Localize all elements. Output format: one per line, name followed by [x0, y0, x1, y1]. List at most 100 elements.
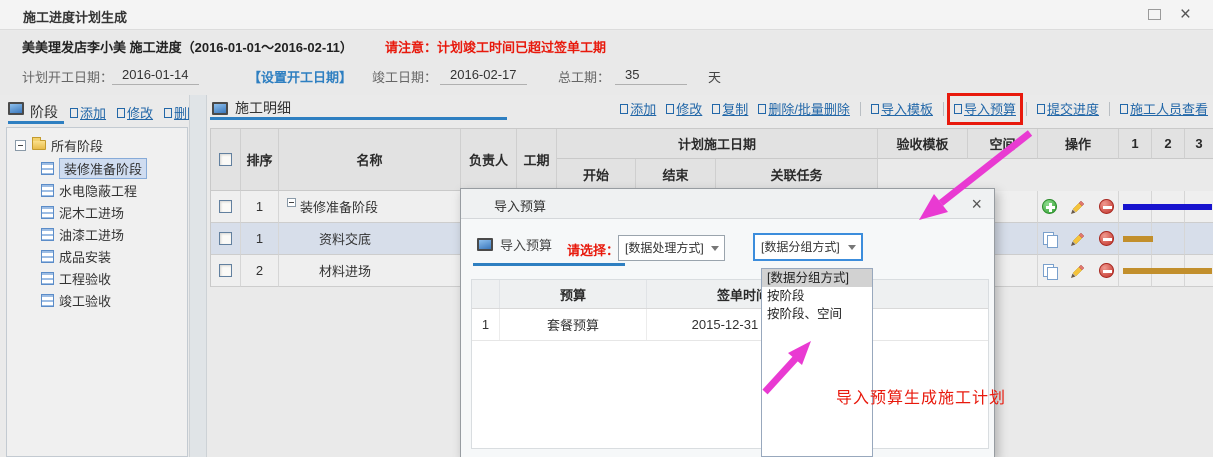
monitor-icon — [477, 238, 493, 251]
plan-start-label: 计划开工日期： — [22, 67, 113, 86]
doc-icon — [1120, 104, 1128, 114]
day3-cell — [1185, 223, 1213, 255]
col-owner: 负责人 — [461, 129, 517, 191]
doc-icon — [871, 104, 879, 114]
checkbox[interactable] — [219, 232, 232, 245]
tree-item-stage[interactable]: 装修准备阶段 — [7, 157, 187, 179]
name-cell: 材料进场 — [279, 255, 461, 287]
detail-toolbar: 施工明细 添加 修改 复制 删除/批量删除 导入模板 导入预算 提交进度 施工人… — [210, 95, 1213, 125]
finish-date-label: 竣工日期： — [372, 67, 437, 86]
schedule-warning: 请注意：计划竣工时间已超过签单工期 — [385, 37, 606, 56]
tree-item-stage[interactable]: 成品安装 — [7, 245, 187, 267]
tree-item-stage[interactable]: 油漆工进场 — [7, 223, 187, 245]
select-prompt: 请选择： — [567, 240, 619, 259]
checkbox[interactable] — [219, 200, 232, 213]
import-budget-link[interactable]: 导入预算 — [954, 99, 1016, 118]
detail-add-link[interactable]: 添加 — [620, 99, 656, 118]
table-icon — [41, 206, 54, 219]
operations-cell — [1038, 255, 1119, 287]
seq-cell: 2 — [241, 255, 279, 287]
window-titlebar: 施工进度计划生成 × — [0, 0, 1213, 30]
checkbox[interactable] — [219, 264, 232, 277]
col-related-task: 关联任务 — [716, 159, 878, 191]
separator — [1026, 102, 1027, 116]
detail-copy-link[interactable]: 复制 — [712, 99, 748, 118]
set-start-date-link[interactable]: 【设置开工日期】 — [248, 67, 352, 86]
table-icon — [41, 294, 54, 307]
col-day3: 3 — [1185, 129, 1213, 159]
dialog-tab-import-budget[interactable]: 导入预算 — [477, 235, 552, 254]
stage-panel-title: 阶段 — [30, 102, 58, 122]
edit-icon[interactable] — [1070, 199, 1086, 215]
gantt-bar — [1123, 236, 1153, 242]
doc-icon — [758, 104, 766, 114]
doc-icon — [117, 108, 125, 118]
tree-root-all-stages[interactable]: 所有阶段 — [7, 133, 187, 157]
project-title: 美美理发店李小美 施工进度（2016-01-01～2016-02-11） — [22, 37, 353, 56]
dropdown-option[interactable]: 按阶段 — [762, 287, 872, 305]
operations-cell — [1038, 223, 1119, 255]
close-icon[interactable]: × — [971, 192, 982, 216]
add-icon[interactable] — [1042, 199, 1057, 214]
dropdown-option[interactable]: 按阶段、空间 — [762, 305, 872, 323]
separator — [1109, 102, 1110, 116]
app-window: 施工进度计划生成 × 美美理发店李小美 施工进度（2016-01-01～2016… — [0, 0, 1213, 457]
folder-icon — [32, 140, 46, 150]
table-icon — [41, 162, 54, 175]
delete-icon[interactable] — [1099, 263, 1114, 278]
plan-form: 计划开工日期： 2016-01-14 【设置开工日期】 竣工日期： 2016-0… — [0, 58, 1213, 95]
group-mode-dropdown-list: [数据分组方式] 按阶段 按阶段、空间 — [761, 268, 873, 457]
stage-edit-link[interactable]: 修改 — [117, 103, 153, 122]
delete-icon[interactable] — [1099, 231, 1114, 246]
stage-add-link[interactable]: 添加 — [70, 103, 106, 122]
plan-start-input[interactable]: 2016-01-14 — [112, 67, 199, 85]
detail-edit-link[interactable]: 修改 — [666, 99, 702, 118]
tree-item-stage[interactable]: 工程验收 — [7, 267, 187, 289]
dropdown-option[interactable]: [数据分组方式] — [762, 269, 872, 287]
data-group-select[interactable]: [数据分组方式] — [753, 233, 863, 261]
stage-tree-panel: 所有阶段 装修准备阶段 水电隐蔽工程 泥木工进场 油漆工进场 成品安装 工程验收 — [6, 127, 188, 457]
row-checkbox-cell[interactable] — [211, 223, 241, 255]
tree-item-stage[interactable]: 泥木工进场 — [7, 201, 187, 223]
col-template: 验收模板 — [878, 129, 968, 159]
budget-row[interactable]: 1 套餐预算 2015-12-31 15:30 — [472, 309, 988, 341]
operations-cell — [1038, 191, 1119, 223]
delete-icon[interactable] — [1099, 199, 1114, 214]
tab-construction-detail[interactable]: 施工明细 — [212, 98, 291, 118]
row-checkbox-cell[interactable] — [211, 255, 241, 287]
detail-delete-link[interactable]: 删除/批量删除 — [758, 99, 850, 118]
select-all-checkbox-cell[interactable] — [211, 129, 241, 191]
tree-item-stage[interactable]: 水电隐蔽工程 — [7, 179, 187, 201]
gantt-bar — [1123, 204, 1212, 210]
close-icon[interactable]: × — [1180, 3, 1191, 27]
data-process-select[interactable]: [数据处理方式] — [618, 235, 725, 261]
tree-item-stage[interactable]: 竣工验收 — [7, 289, 187, 311]
duration-label: 总工期： — [558, 67, 610, 86]
worker-view-link[interactable]: 施工人员查看 — [1120, 99, 1208, 118]
col-start: 开始 — [557, 159, 636, 191]
doc-icon — [164, 108, 172, 118]
finish-date-input[interactable]: 2016-02-17 — [440, 67, 527, 85]
checkbox[interactable] — [219, 153, 232, 166]
doc-icon — [70, 108, 78, 118]
maximize-icon[interactable] — [1148, 9, 1161, 20]
collapse-icon[interactable] — [287, 198, 296, 207]
import-template-link[interactable]: 导入模板 — [871, 99, 933, 118]
num-col — [472, 280, 500, 308]
col-plan-dates: 计划施工日期 — [557, 129, 878, 159]
edit-icon[interactable] — [1070, 231, 1086, 247]
row-checkbox-cell[interactable] — [211, 191, 241, 223]
edit-icon[interactable] — [1070, 263, 1086, 279]
copy-icon[interactable] — [1043, 232, 1057, 246]
table-icon — [41, 250, 54, 263]
doc-icon — [954, 104, 962, 114]
collapse-icon[interactable] — [15, 140, 26, 151]
budget-col: 预算 — [500, 280, 647, 308]
stage-tab-underline — [8, 121, 64, 124]
gantt-bar — [1123, 268, 1212, 274]
submit-progress-link[interactable]: 提交进度 — [1037, 99, 1099, 118]
budget-table-header: 预算 签单时间 — [472, 280, 988, 309]
copy-icon[interactable] — [1043, 264, 1057, 278]
duration-input[interactable]: 35 — [615, 67, 687, 85]
panel-splitter[interactable] — [189, 95, 207, 457]
